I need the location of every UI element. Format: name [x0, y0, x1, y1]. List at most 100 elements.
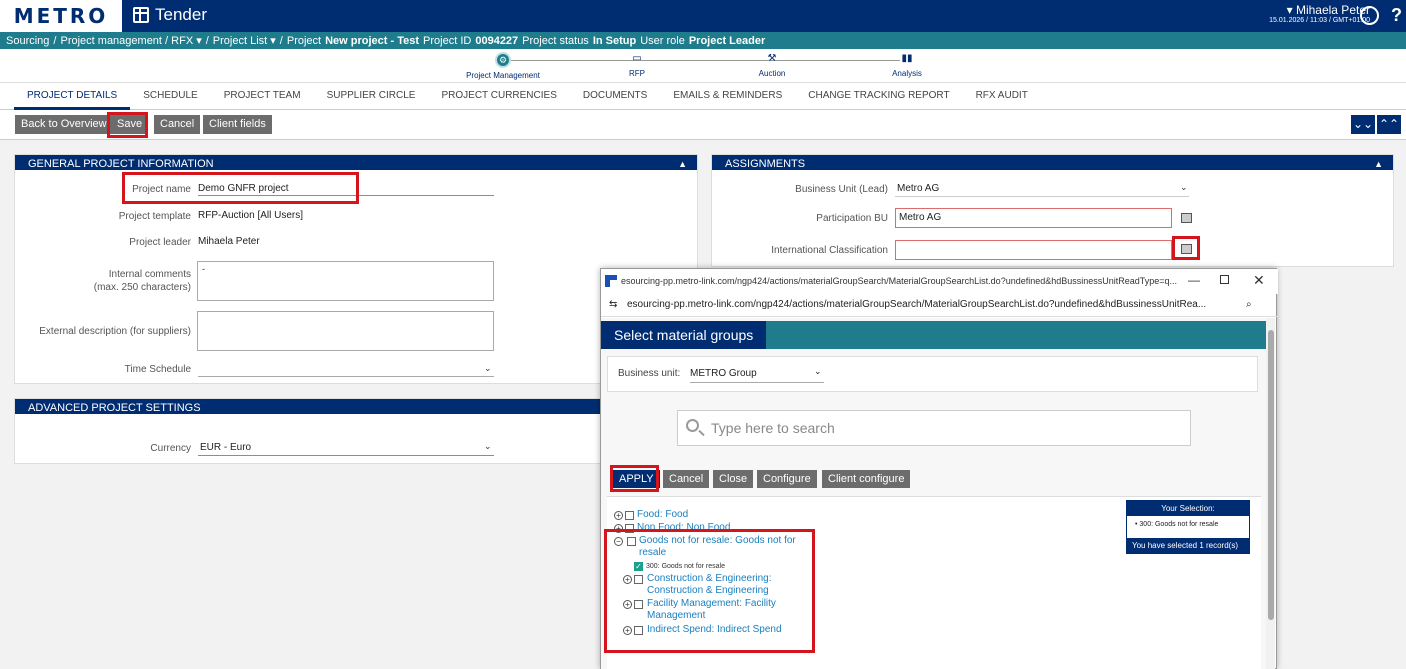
- step-project-management[interactable]: ⚙ Project Management: [458, 52, 548, 80]
- client-fields-button[interactable]: Client fields: [203, 115, 272, 134]
- tab-documents[interactable]: DOCUMENTS: [570, 83, 660, 110]
- search-input[interactable]: Type here to search: [677, 410, 1191, 446]
- panel-title: ASSIGNMENTS: [725, 158, 806, 170]
- highlight-gnfr-tree: [604, 529, 815, 653]
- app-title: Tender: [133, 5, 207, 25]
- breadcrumb-project-id: 0094227: [475, 34, 519, 47]
- tab-project-details[interactable]: PROJECT DETAILS: [14, 83, 131, 110]
- step-analysis[interactable]: ▮▮ Analysis: [862, 52, 952, 78]
- tab-rfx-audit[interactable]: RFX AUDIT: [963, 83, 1041, 110]
- site-settings-icon[interactable]: ⇆: [609, 294, 617, 316]
- popup-heading: Select material groups: [601, 321, 767, 349]
- tab-project-currencies[interactable]: PROJECT CURRENCIES: [428, 83, 569, 110]
- search-placeholder: Type here to search: [711, 420, 835, 436]
- external-description-textarea[interactable]: [197, 311, 494, 351]
- cancel-button[interactable]: Cancel: [154, 115, 201, 134]
- step-rfp[interactable]: ▭ RFP: [592, 52, 682, 78]
- collapse-icon[interactable]: ▲: [678, 155, 687, 173]
- panel-header[interactable]: ADVANCED PROJECT SETTINGS: [15, 399, 697, 417]
- internal-comments-label: Internal comments: [108, 269, 191, 280]
- your-selection-item-text: 300: Goods not for resale: [1139, 521, 1219, 528]
- business-unit-filter-select[interactable]: METRO Group: [690, 368, 757, 379]
- panel-header[interactable]: ASSIGNMENTS ▲: [712, 155, 1393, 173]
- currency-label: Currency: [150, 443, 191, 454]
- popup-close-button[interactable]: Close: [713, 470, 754, 488]
- breadcrumb-project-list[interactable]: Project List ▾: [213, 34, 276, 47]
- expand-all-icon[interactable]: ⌄⌄: [1351, 115, 1375, 134]
- panel-title: GENERAL PROJECT INFORMATION: [28, 158, 214, 170]
- participation-bu-field[interactable]: Metro AG: [895, 208, 1172, 228]
- advanced-settings-panel: ADVANCED PROJECT SETTINGS Currency EUR -…: [14, 398, 698, 464]
- tab-project-team[interactable]: PROJECT TEAM: [211, 83, 314, 110]
- tab-emails-reminders[interactable]: EMAILS & REMINDERS: [660, 83, 795, 110]
- expand-icon[interactable]: +: [614, 511, 623, 520]
- action-toolbar: Back to Overview Save Cancel Client fiel…: [0, 110, 1406, 140]
- internal-comments-textarea[interactable]: -: [197, 261, 494, 301]
- currency-select[interactable]: EUR - Euro: [200, 442, 251, 453]
- panel-title: ADVANCED PROJECT SETTINGS: [28, 402, 201, 414]
- breadcrumb-project-label: Project: [286, 34, 322, 47]
- popup-url: esourcing-pp.metro-link.com/ngp424/actio…: [627, 299, 1207, 310]
- tab-schedule[interactable]: SCHEDULE: [130, 83, 210, 110]
- breadcrumb-project-mgmt[interactable]: Project management / RFX ▾: [60, 34, 201, 47]
- avatar[interactable]: [1360, 6, 1379, 25]
- logo-text: METRO: [13, 4, 109, 28]
- international-classification-field[interactable]: [895, 240, 1172, 260]
- client-configure-button[interactable]: Client configure: [822, 470, 911, 488]
- tree-node-food[interactable]: Food: Food: [637, 509, 688, 521]
- time-schedule-label: Time Schedule: [124, 364, 191, 375]
- breadcrumb-sourcing[interactable]: Sourcing: [6, 35, 49, 47]
- popup-scrollbar[interactable]: [1266, 318, 1275, 669]
- field-underline: [198, 455, 494, 456]
- user-menu[interactable]: ▾ Mihaela Peter 15.01.2026 / 11:03 / GMT…: [1269, 3, 1370, 24]
- picker-icon[interactable]: [1181, 213, 1192, 223]
- assignments-panel: ASSIGNMENTS ▲ Business Unit (Lead) Metro…: [711, 154, 1394, 267]
- chevron-down-icon[interactable]: ⌄: [484, 441, 492, 452]
- user-name[interactable]: ▾ Mihaela Peter: [1269, 3, 1370, 17]
- chevron-down-icon[interactable]: ⌄: [814, 366, 822, 377]
- maximize-icon[interactable]: [1220, 275, 1229, 284]
- tab-supplier-circle[interactable]: SUPPLIER CIRCLE: [314, 83, 429, 110]
- collapse-icon[interactable]: ▲: [1374, 155, 1383, 173]
- highlight-apply: [610, 465, 659, 492]
- popup-titlebar: esourcing-pp.metro-link.com/ngp424/actio…: [601, 269, 1278, 294]
- checkbox[interactable]: [625, 511, 634, 520]
- help-icon[interactable]: ?: [1391, 5, 1402, 26]
- business-unit-filter-label: Business unit:: [618, 368, 681, 379]
- metro-logo[interactable]: METRO: [0, 0, 122, 32]
- chevron-down-icon[interactable]: ⌄: [1180, 182, 1188, 193]
- zoom-icon[interactable]: ⌕: [1246, 294, 1252, 316]
- business-unit-label: Business Unit (Lead): [795, 184, 888, 195]
- breadcrumb-status: In Setup: [592, 34, 637, 47]
- tab-bar: PROJECT DETAILS SCHEDULE PROJECT TEAM SU…: [0, 83, 1406, 110]
- popup-url-bar[interactable]: ⇆ esourcing-pp.metro-link.com/ngp424/act…: [601, 294, 1278, 317]
- highlight-save: [107, 112, 148, 138]
- breadcrumb-project-mgmt-label: Project management / RFX: [60, 35, 194, 47]
- gavel-icon: ⚒: [767, 53, 777, 64]
- minimize-icon[interactable]: —: [1188, 273, 1200, 287]
- time-schedule-select[interactable]: [198, 376, 494, 377]
- external-description-label: External description (for suppliers): [39, 326, 191, 337]
- step-label: Project Management: [466, 71, 540, 80]
- international-classification-label: International Classification: [771, 245, 888, 256]
- business-unit-select[interactable]: Metro AG: [897, 183, 939, 194]
- step-auction[interactable]: ⚒ Auction: [727, 52, 817, 78]
- breadcrumb-project-list-label: Project List: [212, 35, 268, 47]
- project-leader-value: Mihaela Peter: [198, 236, 260, 247]
- field-underline: [895, 196, 1189, 197]
- material-group-popup: esourcing-pp.metro-link.com/ngp424/actio…: [600, 268, 1278, 669]
- panel-header[interactable]: GENERAL PROJECT INFORMATION ▲: [15, 155, 697, 173]
- scrollbar-thumb[interactable]: [1268, 330, 1274, 620]
- close-icon[interactable]: ✕: [1253, 272, 1265, 289]
- top-bar: METRO Tender ▾ Mihaela Peter 15.01.2026 …: [0, 0, 1406, 32]
- breadcrumb-project-name: New project - Test: [325, 34, 420, 47]
- popup-cancel-button[interactable]: Cancel: [663, 470, 710, 488]
- chevron-down-icon[interactable]: ⌄: [484, 363, 492, 374]
- breadcrumb-project-id-label: Project ID: [423, 34, 472, 47]
- back-to-overview-button[interactable]: Back to Overview: [15, 115, 113, 134]
- document-icon: ▭: [632, 53, 642, 64]
- site-favicon-icon: [605, 275, 617, 287]
- configure-button[interactable]: Configure: [757, 470, 817, 488]
- collapse-all-icon[interactable]: ⌃⌃: [1377, 115, 1401, 134]
- tab-change-tracking[interactable]: CHANGE TRACKING REPORT: [795, 83, 962, 110]
